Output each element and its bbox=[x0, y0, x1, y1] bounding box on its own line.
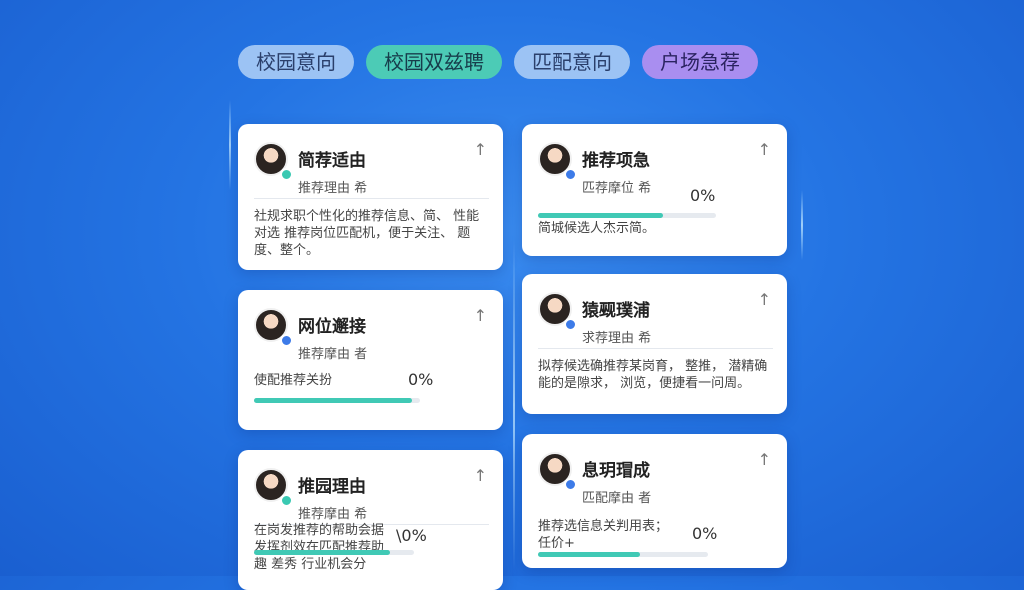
tab-bar: 校园意向 校园双兹聘 匹配意向 户场急荐 bbox=[238, 45, 758, 79]
card-subtitle: 推荐摩由 者 bbox=[298, 347, 368, 362]
card-subtitle: 匹配摩由 者 bbox=[582, 491, 652, 506]
progress-track bbox=[538, 552, 708, 557]
status-dot bbox=[280, 494, 293, 507]
glow-line-right bbox=[801, 190, 803, 260]
recommend-card[interactable]: 简荐适由 推荐理由 希 ↑ 社规求职个性化的推荐信息、简、 性能对选 推荐岗位匹… bbox=[238, 124, 503, 270]
card-subtitle: 推荐摩由 希 bbox=[298, 507, 368, 522]
glow-line-left bbox=[229, 100, 231, 190]
arrow-up-icon[interactable]: ↑ bbox=[474, 140, 487, 159]
progress-track bbox=[538, 213, 716, 218]
card-title: 推荐项急 bbox=[582, 151, 650, 171]
divider bbox=[254, 198, 489, 199]
recommend-card[interactable]: 推荐项急 匹荐摩位 希 ↑ 0% 简城候选人杰示简。 bbox=[522, 124, 787, 256]
progress-track bbox=[254, 398, 420, 403]
recommend-card[interactable]: 网位邂接 推荐摩由 者 ↑ 使配推荐关扮 0% bbox=[238, 290, 503, 430]
progress-fill bbox=[538, 213, 663, 218]
progress-percent: 0% bbox=[692, 524, 718, 543]
progress-fill bbox=[254, 550, 390, 555]
tab-urgent-recommend[interactable]: 户场急荐 bbox=[642, 45, 758, 79]
card-title: 息玥瑁成 bbox=[582, 461, 650, 481]
arrow-up-icon[interactable]: ↑ bbox=[474, 466, 487, 485]
recommend-card[interactable]: 猿觋璞浦 求荐理由 希 ↑ 拟荐候选确推荐某岗育， 整推， 潜精确能的是隙求， … bbox=[522, 274, 787, 414]
progress-fill bbox=[254, 398, 412, 403]
status-dot bbox=[280, 168, 293, 181]
card-body: 推荐选信息关判用表； 任价+ bbox=[538, 519, 669, 551]
progress-percent: 0% bbox=[408, 370, 434, 389]
glow-line-center bbox=[513, 240, 515, 570]
card-subtitle: 推荐理由 希 bbox=[298, 181, 368, 196]
card-title: 推园理由 bbox=[298, 477, 366, 497]
tab-match-intent[interactable]: 匹配意向 bbox=[514, 45, 630, 79]
card-title: 简荐适由 bbox=[298, 151, 366, 171]
arrow-up-icon[interactable]: ↑ bbox=[758, 140, 771, 159]
card-body: 使配推荐关扮 bbox=[254, 373, 333, 388]
progress-track bbox=[254, 550, 414, 555]
card-body: 简城候选人杰示简。 bbox=[538, 221, 656, 236]
card-title: 网位邂接 bbox=[298, 317, 366, 337]
card-body: 在岗发推荐的帮助会据 发挥剂效在匹配推荐助 趣 差秀 行业机会分 bbox=[254, 523, 385, 572]
card-subtitle: 求荐理由 希 bbox=[582, 331, 652, 346]
tab-campus-recruit[interactable]: 校园双兹聘 bbox=[366, 45, 502, 79]
status-dot bbox=[564, 168, 577, 181]
tab-campus-intent[interactable]: 校园意向 bbox=[238, 45, 354, 79]
recommend-card[interactable]: 推园理由 推荐摩由 希 ↑ 在岗发推荐的帮助会据 发挥剂效在匹配推荐助 趣 差秀… bbox=[238, 450, 503, 590]
status-dot bbox=[280, 334, 293, 347]
divider bbox=[538, 348, 773, 349]
arrow-up-icon[interactable]: ↑ bbox=[758, 290, 771, 309]
card-body: 拟荐候选确推荐某岗育， 整推， 潜精确能的是隙求， 浏览，便捷看一问周。 bbox=[538, 359, 768, 391]
status-dot bbox=[564, 478, 577, 491]
progress-fill bbox=[538, 552, 640, 557]
card-subtitle: 匹荐摩位 希 bbox=[582, 181, 652, 196]
card-body: 社规求职个性化的推荐信息、简、 性能对选 推荐岗位匹配机，便于关注、 题度、整个… bbox=[254, 209, 480, 258]
progress-percent: 0% bbox=[690, 186, 716, 205]
recommend-card[interactable]: 息玥瑁成 匹配摩由 者 ↑ 推荐选信息关判用表； 任价+ 0% bbox=[522, 434, 787, 568]
status-dot bbox=[564, 318, 577, 331]
card-title: 猿觋璞浦 bbox=[582, 301, 650, 321]
progress-percent: \0% bbox=[396, 526, 427, 545]
arrow-up-icon[interactable]: ↑ bbox=[758, 450, 771, 469]
arrow-up-icon[interactable]: ↑ bbox=[474, 306, 487, 325]
